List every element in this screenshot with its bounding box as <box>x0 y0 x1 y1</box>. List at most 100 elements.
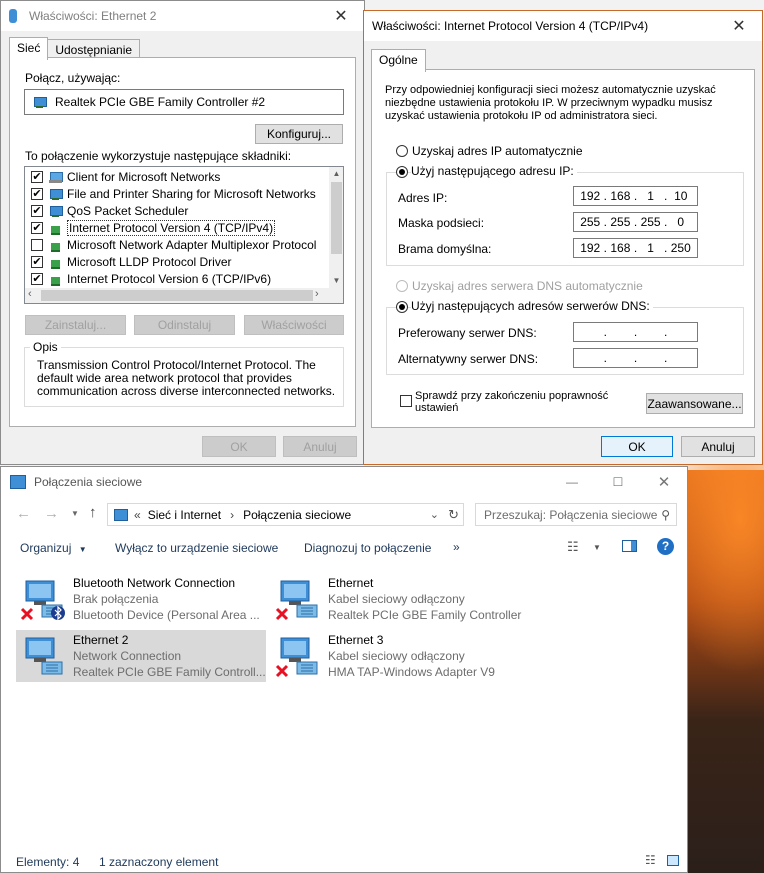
ok-button[interactable]: OK <box>202 436 276 457</box>
refresh-icon[interactable]: ↻ <box>448 507 459 523</box>
manual-ip-label[interactable]: Użyj następującego adresu IP: <box>411 164 577 178</box>
more-commands-button[interactable]: » <box>453 540 460 554</box>
component-row[interactable]: ✔ Internet Protocol Version 6 (TCP/IPv6) <box>25 270 329 287</box>
adapter-name-field: Realtek PCIe GBE Family Controller #2 <box>24 89 344 115</box>
forward-arrow-icon[interactable]: → <box>44 505 59 522</box>
maximize-icon[interactable]: ☐ <box>595 475 641 489</box>
component-row[interactable]: ✔ QoS Packet Scheduler <box>25 202 329 219</box>
component-row[interactable]: ✔ Client for Microsoft Networks <box>25 168 329 185</box>
manual-dns-radio[interactable] <box>396 301 408 313</box>
large-icons-view-icon[interactable] <box>667 855 679 866</box>
gateway-field[interactable]: 192. 168. 1. 250 <box>573 238 698 258</box>
search-icon[interactable]: ⚲ <box>661 508 670 522</box>
auto-ip-label[interactable]: Uzyskaj adres IP automatycznie <box>412 144 583 158</box>
ipv4-properties-titlebar: Właściwości: Internet Protocol Version 4… <box>364 11 762 41</box>
adapter-name: Ethernet 3 <box>328 633 384 647</box>
scroll-up-arrow[interactable]: ▲ <box>329 167 343 181</box>
component-label: Microsoft Network Adapter Multiplexor Pr… <box>67 237 317 252</box>
component-checkbox[interactable]: ✔ <box>31 204 43 217</box>
network-connections-window: Połączenia sieciowe — ☐ ✕ ← → ▼ ↑ « Sieć… <box>0 466 688 873</box>
up-arrow-icon[interactable]: ↑ <box>89 504 97 521</box>
protocol-icon <box>49 273 63 286</box>
adapter-status: Kabel sieciowy odłączony <box>328 649 465 663</box>
scroll-down-arrow[interactable]: ▼ <box>329 274 343 288</box>
recent-dropdown-icon[interactable]: ▼ <box>71 509 79 518</box>
validate-label[interactable]: Sprawdź przy zakończeniu poprawność usta… <box>415 390 608 414</box>
component-label: Internet Protocol Version 4 (TCP/IPv4) <box>67 219 276 236</box>
address-dropdown-icon[interactable]: ⌄ <box>430 508 439 521</box>
components-horizontal-scrollbar[interactable]: ‹ › <box>25 288 343 303</box>
view-dropdown-icon[interactable]: ▼ <box>593 543 601 552</box>
network-adapter-item[interactable]: Ethernet Kabel sieciowy odłączony Realtek … <box>271 573 521 625</box>
scroll-thumb-horizontal[interactable] <box>41 290 313 301</box>
ethernet-properties-titlebar: Właściwości: Ethernet 2 ✕ <box>1 1 364 31</box>
configure-button[interactable]: Konfiguruj... <box>255 124 343 144</box>
minimize-icon[interactable]: — <box>549 475 595 489</box>
cancel-button[interactable]: Anuluj <box>681 436 755 457</box>
components-list[interactable]: ✔ Client for Microsoft Networks ✔ File and … <box>24 166 344 304</box>
auto-dns-radio[interactable] <box>396 280 408 292</box>
preferred-dns-field[interactable]: ... <box>573 322 698 342</box>
adapter-device: Realtek PCIe GBE Family Controller <box>328 608 522 622</box>
scroll-right-arrow[interactable]: › <box>315 288 319 300</box>
organize-menu[interactable]: Organizuj ▼ <box>20 541 87 555</box>
search-input[interactable]: Przeszukaj: Połączenia sieciowe ⚲ <box>475 503 677 526</box>
preview-pane-icon[interactable] <box>622 540 637 552</box>
alternate-dns-field[interactable]: ... <box>573 348 698 368</box>
ok-button[interactable]: OK <box>601 436 673 457</box>
back-arrow-icon[interactable]: ← <box>16 505 31 522</box>
component-checkbox[interactable]: ✔ <box>31 255 43 268</box>
component-checkbox[interactable]: ✔ <box>31 272 43 285</box>
diagnose-button[interactable]: Diagnozuj to połączenie <box>304 541 431 555</box>
close-icon[interactable]: ✕ <box>318 1 364 31</box>
description-title: Opis <box>30 340 61 354</box>
close-icon[interactable]: ✕ <box>716 11 762 41</box>
network-adapter-item[interactable]: Bluetooth Network Connection Brak połącze… <box>16 573 266 625</box>
breadcrumb-network-connections[interactable]: Połączenia sieciowe <box>243 508 351 522</box>
disable-device-button[interactable]: Wyłącz to urządzenie sieciowe <box>115 541 278 555</box>
component-checkbox[interactable]: ✔ <box>31 170 43 183</box>
tab-general[interactable]: Ogólne <box>371 49 426 72</box>
help-icon[interactable]: ? <box>657 538 674 555</box>
scroll-left-arrow[interactable]: ‹ <box>28 288 32 300</box>
network-adapter-icon <box>25 637 63 675</box>
protocol-icon <box>49 256 63 269</box>
install-button[interactable]: Zainstaluj... <box>25 315 126 335</box>
component-checkbox[interactable]: ✔ <box>31 221 43 234</box>
component-row[interactable]: Microsoft Network Adapter Multiplexor Pr… <box>25 236 329 253</box>
address-bar[interactable]: « Sieć i Internet › Połączenia sieciowe … <box>107 503 464 526</box>
change-view-icon[interactable]: ☷ <box>567 539 579 555</box>
manual-ip-radio[interactable] <box>396 166 408 178</box>
components-vertical-scrollbar[interactable]: ▲ ▼ <box>329 167 343 288</box>
advanced-button[interactable]: Zaawansowane... <box>646 393 743 414</box>
breadcrumb-overflow[interactable]: « <box>134 508 141 522</box>
properties-button[interactable]: Właściwości <box>244 315 344 335</box>
component-row[interactable]: ✔ File and Printer Sharing for Microsoft … <box>25 185 329 202</box>
component-checkbox[interactable] <box>31 238 43 251</box>
auto-dns-label[interactable]: Uzyskaj adres serwera DNS automatycznie <box>412 279 643 293</box>
cancel-button[interactable]: Anuluj <box>283 436 357 457</box>
protocol-icon <box>49 239 63 252</box>
breadcrumb-network-internet[interactable]: Sieć i Internet <box>148 508 221 522</box>
subnet-field[interactable]: 255. 255. 255. 0 <box>573 212 698 232</box>
component-label: QoS Packet Scheduler <box>67 203 189 218</box>
component-row[interactable]: ✔ Microsoft LLDP Protocol Driver <box>25 253 329 270</box>
tab-network[interactable]: Sieć <box>9 37 49 60</box>
uninstall-button[interactable]: Odinstaluj <box>134 315 235 335</box>
component-row[interactable]: ✔ Internet Protocol Version 4 (TCP/IPv4) <box>25 219 329 236</box>
manual-dns-label[interactable]: Użyj następujących adresów serwerów DNS: <box>411 299 653 313</box>
scroll-thumb[interactable] <box>331 182 342 254</box>
adapter-device: Bluetooth Device (Personal Area ... <box>73 608 260 622</box>
auto-ip-radio[interactable] <box>396 145 408 157</box>
connect-using-label: Połącz, używając: <box>25 71 121 85</box>
component-checkbox[interactable]: ✔ <box>31 187 43 200</box>
validate-checkbox[interactable] <box>400 395 412 407</box>
close-icon[interactable]: ✕ <box>641 473 687 491</box>
details-view-icon[interactable]: ☷ <box>645 853 656 867</box>
network-adapter-item[interactable]: Ethernet 3 Kabel sieciowy odłączony HMA TA… <box>271 630 521 682</box>
command-bar: Organizuj ▼ Wyłącz to urządzenie sieciow… <box>1 533 687 563</box>
general-tab-panel: Przy odpowiedniej konfiguracji sieci moż… <box>371 69 755 428</box>
network-adapter-item[interactable]: Ethernet 2 Network Connection Realtek PCIe… <box>16 630 266 682</box>
status-item-count: Elementy: 4 <box>16 855 80 869</box>
ip-address-field[interactable]: 192. 168. 1. 10 <box>573 186 698 206</box>
